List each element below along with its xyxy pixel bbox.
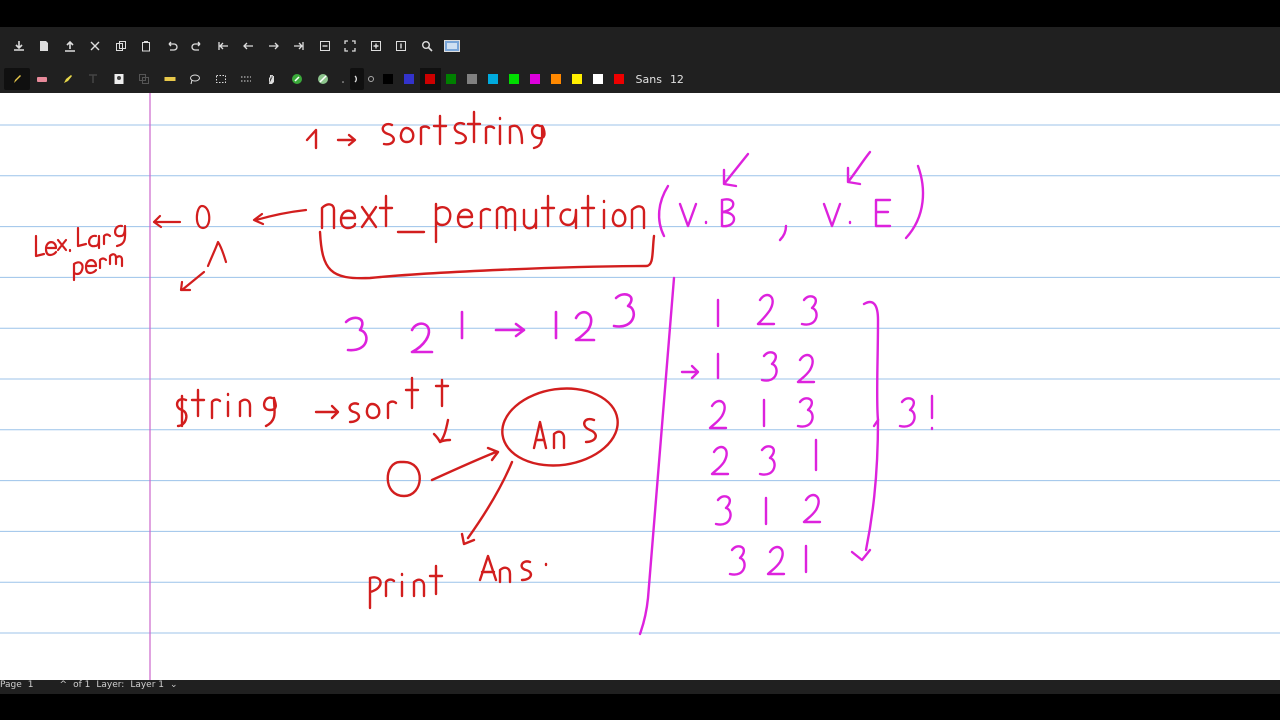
color-swatch-fill xyxy=(551,74,561,84)
image-tool-icon[interactable] xyxy=(106,68,132,90)
color-swatch-fill xyxy=(446,74,456,84)
ruled-paper xyxy=(0,93,1280,680)
text-tool-icon[interactable] xyxy=(81,68,107,90)
color-swatch-fill xyxy=(425,74,435,84)
layer-select[interactable]: Layer 1 xyxy=(130,680,164,690)
rect-select-icon[interactable] xyxy=(208,68,234,90)
color-swatch[interactable] xyxy=(419,68,441,90)
color-swatch-fill xyxy=(530,74,540,84)
thick-line-icon[interactable] xyxy=(364,68,378,90)
ink-string-sort xyxy=(175,376,619,610)
tools-toolbar: Sans 12 xyxy=(0,65,1280,93)
setsquare-icon[interactable] xyxy=(310,68,336,90)
note-canvas[interactable] xyxy=(0,93,1280,680)
next-page-icon[interactable] xyxy=(261,35,287,57)
color-swatch-fill xyxy=(614,74,624,84)
last-page-icon[interactable] xyxy=(287,35,313,57)
fit-page-icon[interactable] xyxy=(338,35,364,57)
color-swatch-fill xyxy=(383,74,393,84)
color-swatch[interactable] xyxy=(567,68,588,90)
color-swatch[interactable] xyxy=(588,68,609,90)
save-icon[interactable] xyxy=(6,35,32,57)
color-swatch[interactable] xyxy=(378,68,399,90)
color-swatch[interactable] xyxy=(609,68,630,90)
search-icon[interactable] xyxy=(414,35,440,57)
ink-next-permutation xyxy=(318,194,656,280)
ink-perm-table xyxy=(638,276,934,636)
color-swatch[interactable] xyxy=(483,68,504,90)
font-size-value[interactable]: 12 xyxy=(670,73,684,86)
thin-line-icon[interactable] xyxy=(336,68,350,90)
color-swatch-fill xyxy=(467,74,477,84)
chevron-down-icon[interactable]: ⌄ xyxy=(170,680,178,690)
paste-icon[interactable] xyxy=(134,35,160,57)
page-label: Page xyxy=(0,680,22,690)
color-swatch-fill xyxy=(593,74,603,84)
main-toolbar xyxy=(0,27,1280,65)
hand-icon[interactable] xyxy=(259,68,285,90)
font-name-button[interactable]: Sans xyxy=(636,73,662,86)
eraser-icon[interactable] xyxy=(30,68,56,90)
color-swatch[interactable] xyxy=(441,68,462,90)
previous-page-icon[interactable] xyxy=(236,35,262,57)
window-bottom-border xyxy=(0,694,1280,720)
chevron-up-icon[interactable]: ^ xyxy=(60,680,68,690)
page-count: of 1 xyxy=(73,680,91,690)
vertical-space-icon[interactable] xyxy=(234,68,260,90)
layer-label: Layer: xyxy=(96,680,125,690)
lasso-icon[interactable] xyxy=(183,68,209,90)
first-page-icon[interactable] xyxy=(210,35,236,57)
color-swatch[interactable] xyxy=(504,68,525,90)
cut-icon[interactable] xyxy=(83,35,109,57)
fullscreen-icon[interactable] xyxy=(389,35,415,57)
zoom-in-icon[interactable] xyxy=(363,35,389,57)
shape-tool-icon[interactable] xyxy=(132,68,158,90)
ink-sort-string xyxy=(305,110,546,150)
color-palette xyxy=(378,68,630,90)
upload-icon[interactable] xyxy=(57,35,83,57)
medium-line-icon[interactable] xyxy=(349,68,364,90)
ink-321-to-123 xyxy=(344,293,636,354)
color-swatch[interactable] xyxy=(399,68,420,90)
undo-icon[interactable] xyxy=(159,35,185,57)
color-swatch-fill xyxy=(404,74,414,84)
color-swatch-fill xyxy=(488,74,498,84)
pen-icon[interactable] xyxy=(4,68,30,90)
color-swatch[interactable] xyxy=(546,68,567,90)
new-page-icon[interactable] xyxy=(32,35,58,57)
zoom-out-icon[interactable] xyxy=(312,35,338,57)
status-bar: Page 1 ^ of 1 Layer: Layer 1 ⌄ xyxy=(0,680,1280,694)
window-top-border xyxy=(0,0,1280,27)
page-number-input[interactable]: 1 xyxy=(28,680,34,690)
redo-icon[interactable] xyxy=(185,35,211,57)
highlighter-icon[interactable] xyxy=(55,68,81,90)
play-object-icon[interactable] xyxy=(285,68,311,90)
copy-icon[interactable] xyxy=(108,35,134,57)
color-swatch[interactable] xyxy=(462,68,483,90)
ruler-icon[interactable] xyxy=(157,68,183,90)
image-icon[interactable] xyxy=(440,35,466,57)
color-swatch[interactable] xyxy=(525,68,546,90)
color-swatch-fill xyxy=(509,74,519,84)
color-swatch-fill xyxy=(572,74,582,84)
